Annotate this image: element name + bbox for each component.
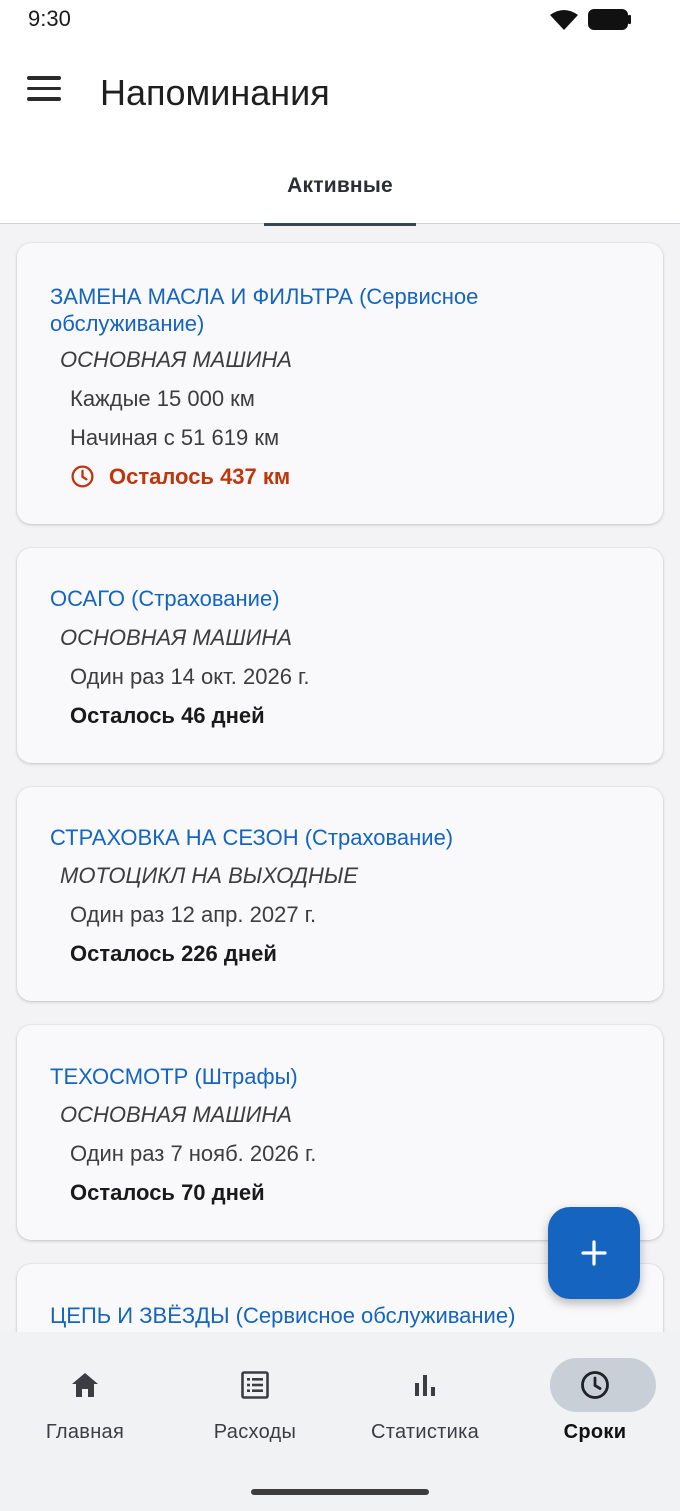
tab-active[interactable]: Активные: [264, 154, 416, 226]
plus-icon: [581, 1240, 607, 1266]
list-icon: [241, 1371, 269, 1399]
bar-chart-icon: [415, 1375, 435, 1396]
tab-label: Активные: [287, 174, 393, 197]
reminder-title: ТЕХОСМОТР (Штрафы): [50, 1064, 298, 1089]
app-bar: Напоминания: [0, 44, 680, 154]
nav-label: Статистика: [370, 1421, 480, 1443]
reminder-vehicle: ОСНОВНАЯ МАШИНА: [60, 347, 292, 372]
menu-icon[interactable]: [27, 76, 65, 106]
nav-label: Расходы: [213, 1421, 297, 1443]
bottom-nav: Главная Расходы Статистика Сроки: [0, 1332, 680, 1511]
nav-item-home[interactable]: Главная: [0, 1332, 170, 1462]
wifi-icon: [550, 10, 578, 30]
add-reminder-button[interactable]: [548, 1207, 640, 1299]
status-time: 9:30: [28, 6, 71, 31]
reminder-card[interactable]: ЗАМЕНА МАСЛА И ФИЛЬТРА (Сервисное обслуж…: [17, 243, 663, 524]
reminder-remaining: Осталось 70 дней: [70, 1180, 265, 1205]
clock-icon: [581, 1371, 609, 1399]
gesture-bar[interactable]: [251, 1489, 429, 1495]
nav-label: Главная: [45, 1421, 125, 1443]
status-bar: 9:30: [0, 0, 680, 44]
reminder-title: ОСАГО (Страхование): [50, 586, 280, 611]
nav-label: Сроки: [563, 1421, 627, 1443]
nav-item-expenses[interactable]: Расходы: [170, 1332, 340, 1462]
reminder-date: Один раз 7 нояб. 2026 г.: [70, 1141, 317, 1166]
battery-icon: [588, 9, 631, 30]
reminder-start: Начиная с 51 619 км: [70, 425, 280, 450]
reminder-title: ЗАМЕНА МАСЛА И ФИЛЬТРА (Сервисное обслуж…: [50, 284, 479, 336]
reminder-vehicle: МОТОЦИКЛ НА ВЫХОДНЫЕ: [60, 863, 359, 888]
reminder-vehicle: ОСНОВНАЯ МАШИНА: [60, 1102, 292, 1127]
reminder-remaining: Осталось 437 км: [109, 464, 291, 489]
reminder-card[interactable]: ОСАГО (Страхование) ОСНОВНАЯ МАШИНА Один…: [17, 548, 663, 763]
reminder-title: СТРАХОВКА НА СЕЗОН (Страхование): [50, 825, 454, 850]
reminder-vehicle: ОСНОВНАЯ МАШИНА: [60, 625, 292, 650]
nav-item-statistics[interactable]: Статистика: [340, 1332, 510, 1462]
reminder-date: Один раз 12 апр. 2027 г.: [70, 902, 317, 927]
reminders-list[interactable]: ЗАМЕНА МАСЛА И ФИЛЬТРА (Сервисное обслуж…: [0, 226, 680, 1332]
clock-alert-icon: [71, 465, 94, 488]
page-title: Напоминания: [100, 72, 330, 113]
home-icon: [72, 1373, 98, 1397]
reminder-interval: Каждые 15 000 км: [70, 386, 255, 411]
tab-bar: Активные: [0, 154, 680, 226]
reminder-remaining: Осталось 46 дней: [70, 703, 265, 728]
reminder-date: Один раз 14 окт. 2026 г.: [70, 664, 310, 689]
reminder-remaining: Осталось 226 дней: [70, 941, 277, 966]
reminder-title: ЦЕПЬ И ЗВЁЗДЫ (Сервисное обслуживание): [50, 1303, 516, 1328]
reminder-card[interactable]: СТРАХОВКА НА СЕЗОН (Страхование) МОТОЦИК…: [17, 787, 663, 1001]
nav-item-deadlines[interactable]: Сроки: [510, 1332, 680, 1462]
